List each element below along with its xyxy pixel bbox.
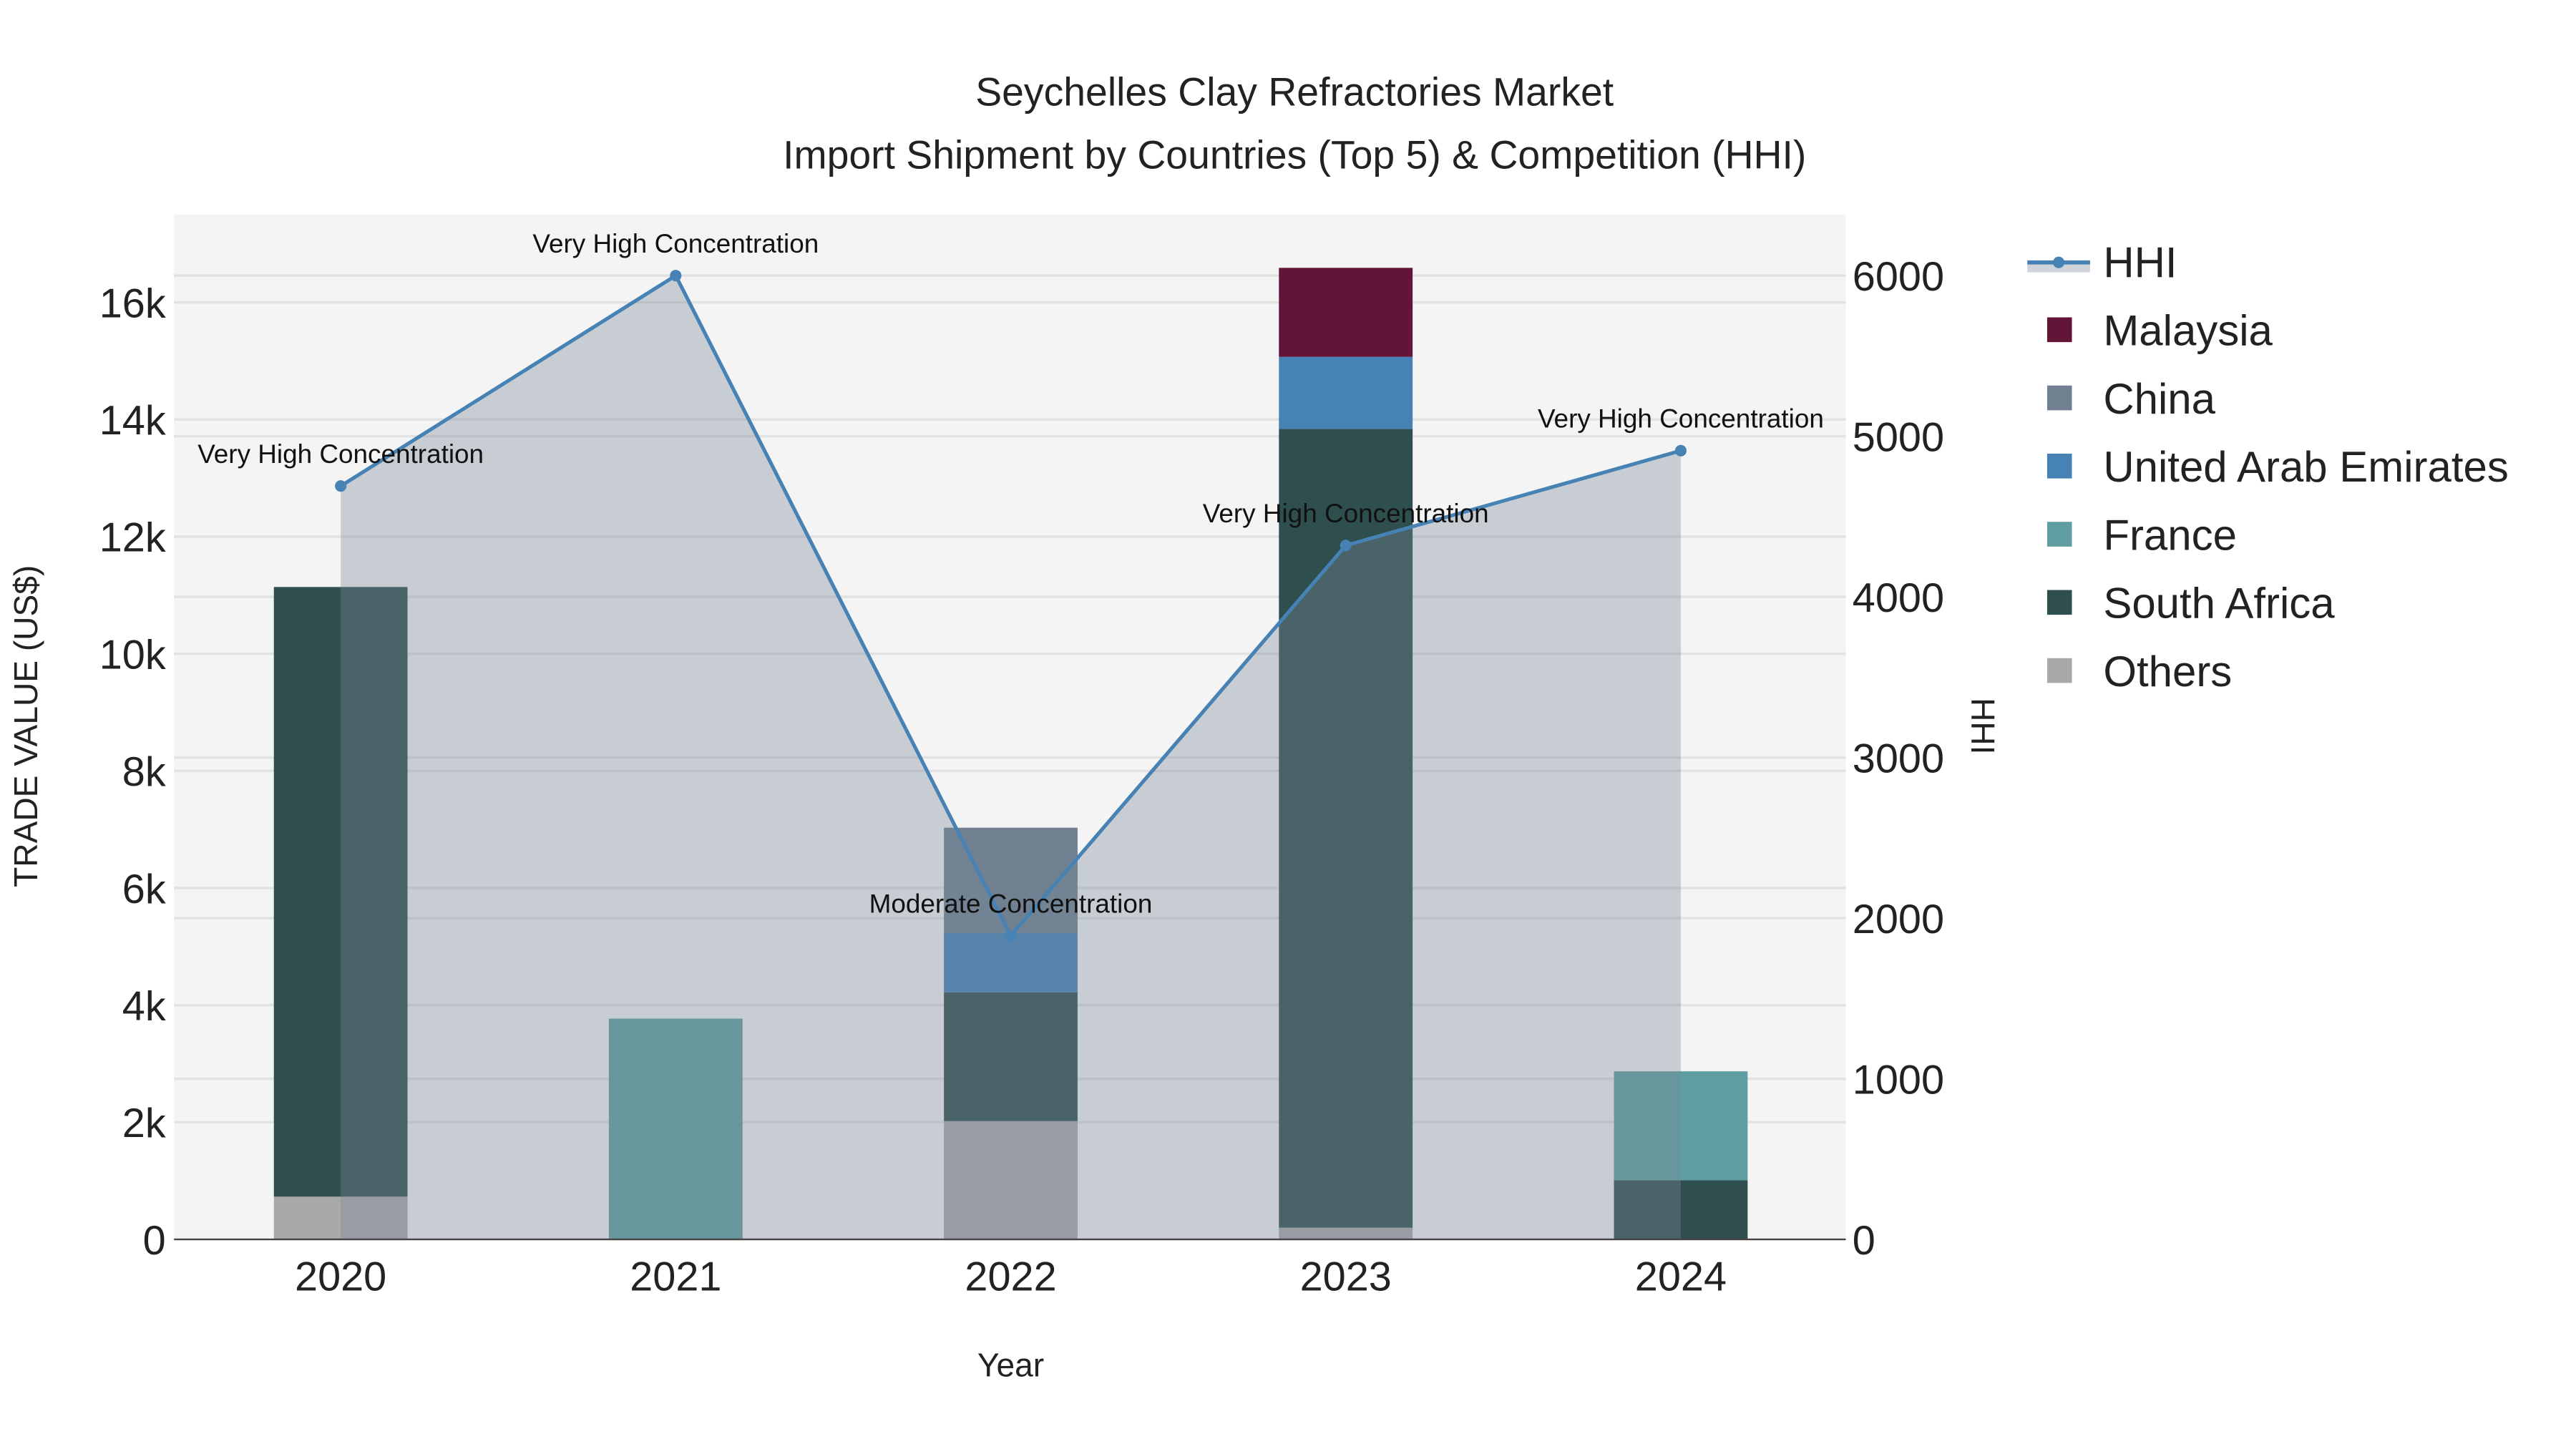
legend-swatch [2046,385,2072,411]
x-axis-label: Year [977,1347,1044,1384]
hhi-annotation-2020: Very High Concentration [197,439,484,469]
chart-title-line2: Import Shipment by Countries (Top 5) & C… [783,132,1806,177]
y-tick-label: 2k [122,1101,166,1146]
y2-tick-label: 2000 [1853,897,1944,942]
chart-title-line1: Seychelles Clay Refractories Market [975,70,1614,114]
legend-label: France [2103,511,2237,559]
y-tick-label: 14k [99,398,166,444]
hhi-point-2021 [670,270,682,282]
legend-label: Others [2103,648,2232,696]
y-axis-label: TRADE VALUE (US$) [7,565,44,887]
bar-united-arab-emirates-2023 [1279,356,1413,429]
x-tick-label: 2024 [1635,1254,1727,1300]
hhi-point-2023 [1340,540,1352,552]
y2-tick-label: 3000 [1853,736,1944,781]
legend-label: Malaysia [2103,307,2273,355]
y-tick-label: 16k [99,280,166,326]
legend-swatch [2046,454,2072,479]
y-tick-label: 6k [122,867,166,912]
x-tick-label: 2023 [1300,1254,1392,1300]
hhi-point-2022 [1005,930,1017,942]
legend-swatch [2046,522,2072,547]
legend-label: China [2103,375,2215,423]
legend-swatch [2046,658,2072,683]
legend-label: HHI [2103,238,2177,286]
x-tick-label: 2022 [965,1254,1056,1300]
hhi-annotation-2024: Very High Concentration [1538,404,1824,434]
legend-item-south-africa[interactable]: South Africa [2046,580,2335,628]
hhi-annotation-2022: Moderate Concentration [869,889,1153,919]
legend-hhi-marker [2053,256,2065,268]
bar-malaysia-2023 [1279,268,1413,357]
y2-tick-label: 1000 [1853,1057,1944,1103]
chart: Very High Concentration Very High Concent… [7,70,2509,1384]
y2-tick-label: 0 [1853,1218,1875,1264]
x-tick-label: 2021 [630,1254,721,1300]
x-tick-label: 2020 [295,1254,386,1300]
y2-tick-label: 5000 [1853,414,1944,460]
y-tick-label: 8k [122,749,166,795]
legend-label: United Arab Emirates [2103,443,2508,491]
y2-tick-label: 6000 [1853,254,1944,300]
y-tick-label: 10k [99,632,166,678]
legend-item-france[interactable]: France [2046,511,2237,559]
hhi-point-2024 [1674,444,1687,457]
y-tick-label: 4k [122,983,166,1029]
y-tick-label: 0 [143,1218,166,1264]
legend-swatch [2046,590,2072,615]
y-tick-label: 12k [99,515,166,561]
legend-item-china[interactable]: China [2046,375,2216,423]
hhi-point-2020 [335,480,347,492]
legend-item-united-arab-emirates[interactable]: United Arab Emirates [2046,443,2509,491]
legend-label: South Africa [2103,580,2335,628]
y2-tick-label: 4000 [1853,575,1944,621]
legend-swatch [2046,317,2072,343]
legend-item-malaysia[interactable]: Malaysia [2046,307,2273,355]
hhi-annotation-2021: Very High Concentration [532,229,819,258]
y2-axis-label: HHI [1964,698,2001,754]
legend-item-hhi[interactable]: HHI [2027,238,2177,286]
legend: HHI Malaysia China United Arab Emirates Fran… [2027,238,2509,696]
legend-item-others[interactable]: Others [2046,648,2232,696]
hhi-annotation-2023: Very High Concentration [1203,499,1489,528]
